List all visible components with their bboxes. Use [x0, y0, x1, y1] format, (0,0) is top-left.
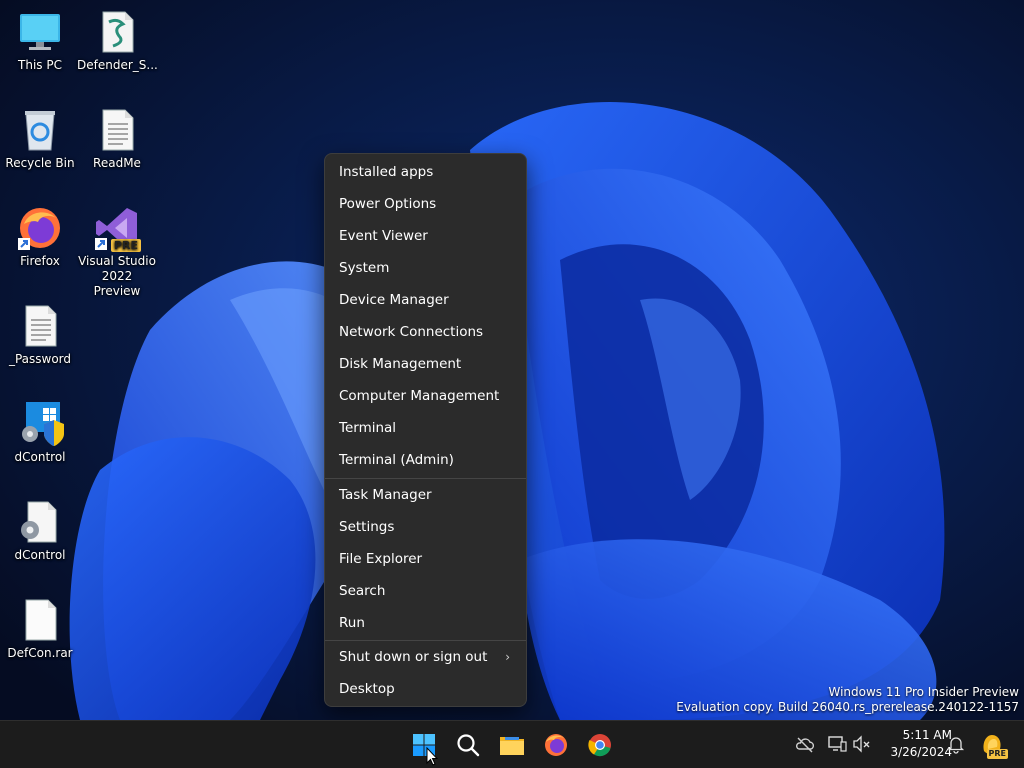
firefox-icon: [16, 204, 64, 252]
network-tray-icon[interactable]: [826, 733, 848, 755]
menu-item-terminal-admin[interactable]: Terminal (Admin): [329, 445, 522, 475]
desktop-icon-recycle-bin[interactable]: Recycle Bin: [0, 106, 80, 171]
visual-studio-icon: PRE: [93, 204, 141, 252]
menu-item-installed-apps[interactable]: Installed apps: [329, 157, 522, 187]
mouse-cursor: [426, 747, 438, 766]
script-file-icon: [93, 8, 141, 56]
chrome-icon: [588, 734, 611, 757]
watermark-edition: Windows 11 Pro Insider Preview: [828, 685, 1019, 699]
archive-file-icon: [16, 596, 64, 644]
menu-item-desktop[interactable]: Desktop: [329, 674, 522, 704]
desktop-icon-password[interactable]: _Password: [0, 302, 80, 367]
desktop-icon-dcontrol-config[interactable]: dControl: [0, 498, 80, 563]
menu-item-terminal[interactable]: Terminal: [329, 413, 522, 443]
desktop-icon-firefox[interactable]: Firefox: [0, 204, 80, 269]
firefox-icon: [545, 734, 567, 756]
menu-separator: [325, 478, 526, 479]
onedrive-tray-icon[interactable]: [794, 733, 816, 755]
desktop-icon-readme[interactable]: ReadMe: [77, 106, 157, 171]
desktop-icon-label: Visual Studio 2022 Preview: [78, 254, 156, 298]
copilot-preview-button[interactable]: PRE: [978, 729, 1008, 759]
watermark-build: Evaluation copy. Build 26040.rs_prerelea…: [676, 700, 1019, 714]
desktop-icon-label: dControl: [14, 450, 66, 464]
notifications-button[interactable]: [945, 733, 967, 755]
menu-separator: [325, 640, 526, 641]
menu-item-settings[interactable]: Settings: [329, 512, 522, 542]
desktop-icon-label: Recycle Bin: [5, 156, 75, 170]
volume-muted-icon: [853, 735, 870, 753]
preview-badge: PRE: [110, 239, 141, 252]
firefox-taskbar-button[interactable]: [536, 725, 576, 765]
desktop-icon-label: dControl: [14, 548, 66, 562]
windows-security-app-icon: [16, 400, 64, 448]
clock-date: 3/26/2024: [890, 745, 952, 759]
desktop-icon-label: Defender_S...: [77, 58, 158, 72]
menu-item-network-connections[interactable]: Network Connections: [329, 317, 522, 347]
desktop-icon-this-pc[interactable]: This PC: [0, 8, 80, 73]
menu-item-run[interactable]: Run: [329, 608, 522, 638]
desktop-icon-label: Firefox: [20, 254, 60, 268]
recycle-bin-icon: [16, 106, 64, 154]
search-button[interactable]: [448, 725, 488, 765]
cloud-off-icon: [795, 737, 815, 753]
menu-item-search[interactable]: Search: [329, 576, 522, 606]
volume-tray-icon[interactable]: [851, 733, 873, 755]
menu-item-shut-down-or-sign-out[interactable]: Shut down or sign out ›: [329, 642, 522, 672]
text-file-icon: [93, 106, 141, 154]
bell-icon: [947, 737, 965, 754]
menu-item-disk-management[interactable]: Disk Management: [329, 349, 522, 379]
search-icon: [457, 734, 480, 757]
text-file-icon: [16, 302, 64, 350]
chrome-taskbar-button[interactable]: [580, 725, 620, 765]
desktop-icon-label: _Password: [8, 352, 72, 366]
desktop-icon-defcon-rar[interactable]: DefCon.rar: [0, 596, 80, 661]
network-icon: [828, 736, 847, 752]
monitor-icon: [16, 8, 64, 56]
menu-item-system[interactable]: System: [329, 253, 522, 283]
menu-item-label: Shut down or sign out: [339, 649, 488, 665]
desktop-icon-label: ReadMe: [93, 156, 141, 170]
desktop-icon-visual-studio[interactable]: PRE Visual Studio 2022 Preview: [77, 204, 157, 299]
desktop-icon-defender-script[interactable]: Defender_S...: [77, 8, 158, 73]
clock-time: 5:11 AM: [902, 728, 952, 742]
file-explorer-button[interactable]: [492, 725, 532, 765]
menu-item-file-explorer[interactable]: File Explorer: [329, 544, 522, 574]
config-file-icon: [16, 498, 64, 546]
start-button[interactable]: [404, 725, 444, 765]
taskbar-clock[interactable]: 5:11 AM 3/26/2024: [876, 727, 952, 761]
start-icon: [413, 734, 435, 756]
evaluation-watermark: Windows 11 Pro Insider Preview Evaluatio…: [676, 685, 1019, 715]
chevron-right-icon: ›: [505, 650, 510, 664]
taskbar: 5:11 AM 3/26/2024 PRE: [0, 720, 1024, 768]
menu-item-computer-management[interactable]: Computer Management: [329, 381, 522, 411]
menu-item-power-options[interactable]: Power Options: [329, 189, 522, 219]
desktop-icon-dcontrol-app[interactable]: dControl: [0, 400, 80, 465]
desktop-icon-label: DefCon.rar: [7, 646, 73, 660]
file-explorer-icon: [500, 737, 524, 755]
menu-item-event-viewer[interactable]: Event Viewer: [329, 221, 522, 251]
quick-link-context-menu: Installed apps Power Options Event Viewe…: [324, 153, 527, 707]
menu-item-task-manager[interactable]: Task Manager: [329, 480, 522, 510]
desktop-icon-label: This PC: [18, 58, 62, 72]
preview-badge: PRE: [986, 749, 1008, 759]
menu-item-device-manager[interactable]: Device Manager: [329, 285, 522, 315]
